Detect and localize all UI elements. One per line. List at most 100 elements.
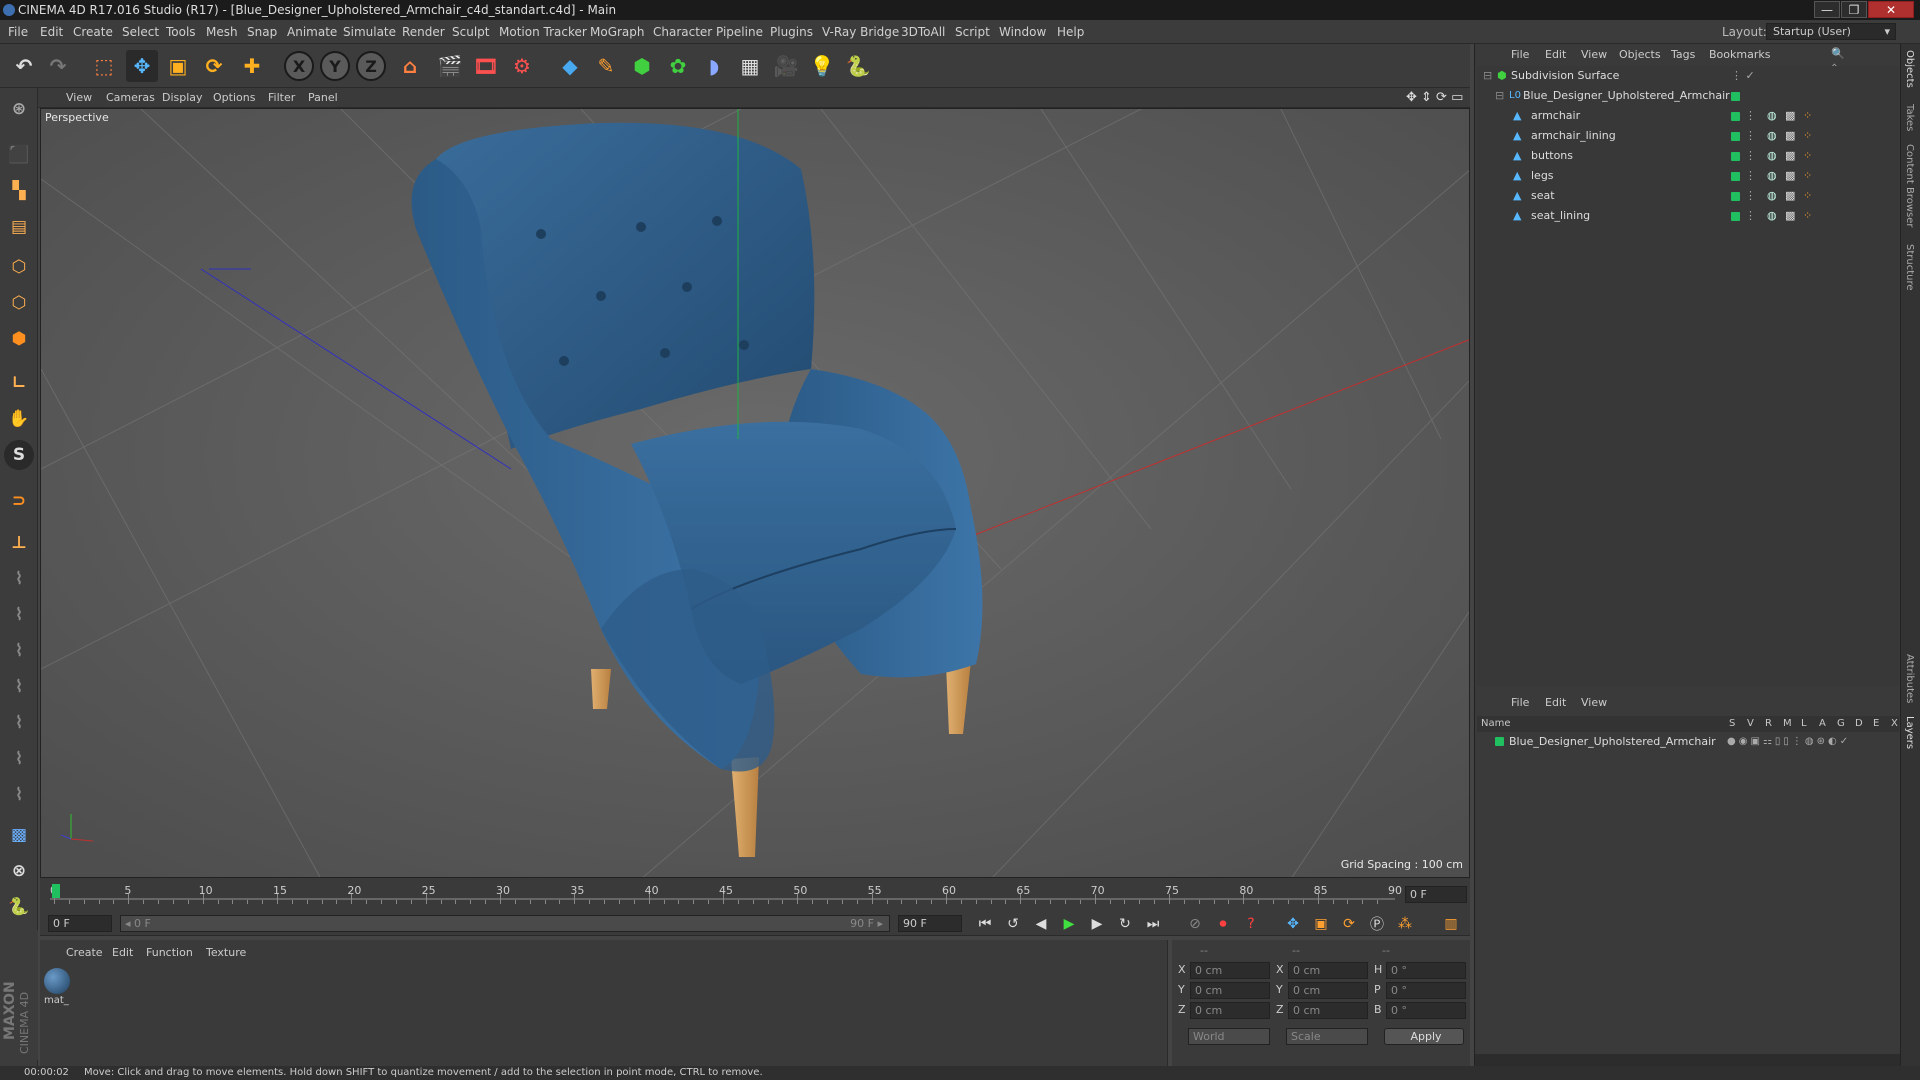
magnet-icon[interactable]: ⊃	[4, 486, 34, 516]
layer-column-s[interactable]: S	[1729, 716, 1735, 732]
material-tag-icon[interactable]: ◍	[1767, 106, 1777, 126]
play-icon[interactable]: ▶	[1058, 914, 1080, 934]
polygons-mode-icon[interactable]: ⬢	[4, 324, 34, 354]
perspective-viewport[interactable]: Perspective Grid Spacing : 100 cm	[40, 108, 1470, 878]
prev-frame-icon[interactable]: ◀	[1030, 914, 1052, 934]
tree-collapse-icon[interactable]: ⊟	[1495, 86, 1504, 106]
material-tag-icon[interactable]: ◍	[1767, 206, 1777, 226]
menu-sculpt[interactable]: Sculpt	[452, 20, 489, 44]
end-frame-field[interactable]: 90 F	[898, 915, 962, 932]
texture-tag-icon[interactable]: ▩	[1785, 186, 1795, 206]
object-visibility-icon[interactable]: ⋮	[1745, 106, 1756, 126]
material-menu-edit[interactable]: Edit	[112, 946, 133, 959]
record-keys-icon[interactable]: ⊘	[1184, 914, 1206, 934]
material-menu-create[interactable]: Create	[66, 946, 103, 959]
render-picture-viewer-icon[interactable]: 🎞	[470, 50, 502, 82]
menu-character[interactable]: Character	[653, 20, 712, 44]
coord-rotation-field[interactable]: 0 °	[1386, 982, 1466, 999]
material-tag-icon[interactable]: ◍	[1767, 146, 1777, 166]
material-menu-function[interactable]: Function	[146, 946, 193, 959]
coord-size-field[interactable]: 0 cm	[1288, 962, 1368, 979]
maximize-button[interactable]: ❐	[1841, 1, 1867, 18]
redo-icon[interactable]: ↷	[42, 50, 74, 82]
python-icon[interactable]: 🐍	[842, 50, 874, 82]
autokey-icon[interactable]: ⏺	[1212, 914, 1234, 934]
menu-vray-bridge[interactable]: V-Ray Bridge	[822, 20, 899, 44]
brush-icon-1[interactable]: ⌇	[4, 564, 34, 594]
menu-window[interactable]: Window	[999, 20, 1046, 44]
menu-select[interactable]: Select	[122, 20, 159, 44]
object-row-armchair-lining[interactable]: ▲ armchair_lining ⋮ ◍ ▩ ⁘	[1477, 126, 1903, 146]
layer-color-icon[interactable]	[1731, 172, 1740, 181]
cloner-icon[interactable]: ✿	[662, 50, 694, 82]
goto-end-icon[interactable]: ⏭	[1142, 914, 1164, 934]
brush-icon-4[interactable]: ⌇	[4, 672, 34, 702]
layer-toggle-icons[interactable]: ●◉▣⚏▯▯⋮◍⊛◐✓	[1727, 732, 1851, 752]
lm-menu-file[interactable]: File	[1511, 696, 1529, 709]
grid-snap-icon[interactable]: ⊗	[4, 856, 34, 886]
coord-size-field[interactable]: 0 cm	[1288, 1002, 1368, 1019]
goto-start-icon[interactable]: ⏮	[974, 914, 996, 934]
object-visibility-icon[interactable]: ⋮	[1745, 146, 1756, 166]
cube-object-icon[interactable]: ◆	[554, 50, 586, 82]
object-visibility-icon[interactable]: ⋮ ✓	[1731, 66, 1755, 86]
tab-takes[interactable]: Takes	[1904, 104, 1915, 131]
frame-range-slider[interactable]: ◂ 0 F 90 F ▸	[120, 915, 890, 932]
render-settings-icon[interactable]: ⚙	[506, 50, 538, 82]
menu-mograph[interactable]: MoGraph	[590, 20, 645, 44]
key-scale-icon[interactable]: ▣	[1310, 914, 1332, 934]
menu-help[interactable]: Help	[1057, 20, 1084, 44]
viewport-menu-cameras[interactable]: Cameras	[106, 91, 155, 104]
tree-collapse-icon[interactable]: ⊟	[1483, 66, 1492, 86]
prev-key-icon[interactable]: ↺	[1002, 914, 1024, 934]
texture-mode-icon[interactable]: ▚	[4, 176, 34, 206]
layer-color-icon[interactable]	[1731, 152, 1740, 161]
object-visibility-icon[interactable]: ⋮	[1745, 126, 1756, 146]
current-frame-field[interactable]: 0 F	[1405, 886, 1467, 903]
layer-row[interactable]: Blue_Designer_Upholstered_Armchair ●◉▣⚏▯…	[1475, 732, 1901, 752]
keyframe-selection-icon[interactable]: ?	[1240, 914, 1262, 934]
tab-layers[interactable]: Layers	[1904, 716, 1915, 749]
material-tag-icon[interactable]: ◍	[1767, 186, 1777, 206]
floor-icon[interactable]: ▦	[734, 50, 766, 82]
material-swatch[interactable]: mat_	[44, 968, 72, 1008]
layer-column-r[interactable]: R	[1765, 716, 1772, 732]
coord-position-field[interactable]: 0 cm	[1190, 982, 1270, 999]
brush-icon-2[interactable]: ⌇	[4, 600, 34, 630]
layer-color-icon[interactable]	[1731, 192, 1740, 201]
object-row-armchair[interactable]: ▲ armchair ⋮ ◍ ▩ ⁘	[1477, 106, 1903, 126]
om-menu-objects[interactable]: Objects	[1619, 48, 1661, 61]
menu-plugins[interactable]: Plugins	[770, 20, 813, 44]
layer-column-v[interactable]: V	[1747, 716, 1754, 732]
tweak-mode-icon[interactable]: ✋	[4, 404, 34, 434]
key-param-icon[interactable]: Ⓟ	[1366, 914, 1388, 934]
viewport-menu-filter[interactable]: Filter	[268, 91, 295, 104]
camera-icon[interactable]: 🎥	[770, 50, 802, 82]
key-rotation-icon[interactable]: ⟳	[1338, 914, 1360, 934]
coord-world-select[interactable]: World	[1188, 1028, 1270, 1045]
om-menu-view[interactable]: View	[1581, 48, 1607, 61]
points-mode-icon[interactable]: ⬡	[4, 252, 34, 282]
tab-attributes[interactable]: Attributes	[1904, 654, 1915, 703]
lm-menu-edit[interactable]: Edit	[1545, 696, 1566, 709]
y-axis-lock-icon[interactable]: Y	[320, 51, 350, 81]
coord-position-field[interactable]: 0 cm	[1190, 1002, 1270, 1019]
phong-tag-icon[interactable]: ⁘	[1803, 106, 1812, 126]
menu-motion-tracker[interactable]: Motion Tracker	[499, 20, 587, 44]
viewport-menu-options[interactable]: Options	[213, 91, 255, 104]
object-row-seat-lining[interactable]: ▲ seat_lining ⋮ ◍ ▩ ⁘	[1477, 206, 1903, 226]
texture-tag-icon[interactable]: ▩	[1785, 106, 1795, 126]
scale-tool-icon[interactable]: ▣	[162, 50, 194, 82]
make-editable-icon[interactable]: ⊛	[4, 94, 34, 124]
texture-tag-icon[interactable]: ▩	[1785, 166, 1795, 186]
phong-tag-icon[interactable]: ⁘	[1803, 166, 1812, 186]
checker-lock-icon[interactable]: ▩	[4, 820, 34, 850]
layer-color-icon[interactable]	[1731, 132, 1740, 141]
coord-scale-select[interactable]: Scale	[1286, 1028, 1368, 1045]
object-visibility-icon[interactable]: ⋮	[1745, 186, 1756, 206]
layer-color-icon[interactable]	[1731, 92, 1740, 101]
menu-simulate[interactable]: Simulate	[343, 20, 396, 44]
menu-3dtoall[interactable]: 3DToAll	[901, 20, 945, 44]
tab-structure[interactable]: Structure	[1904, 244, 1915, 291]
move-tool-icon[interactable]: ✥	[126, 50, 158, 82]
